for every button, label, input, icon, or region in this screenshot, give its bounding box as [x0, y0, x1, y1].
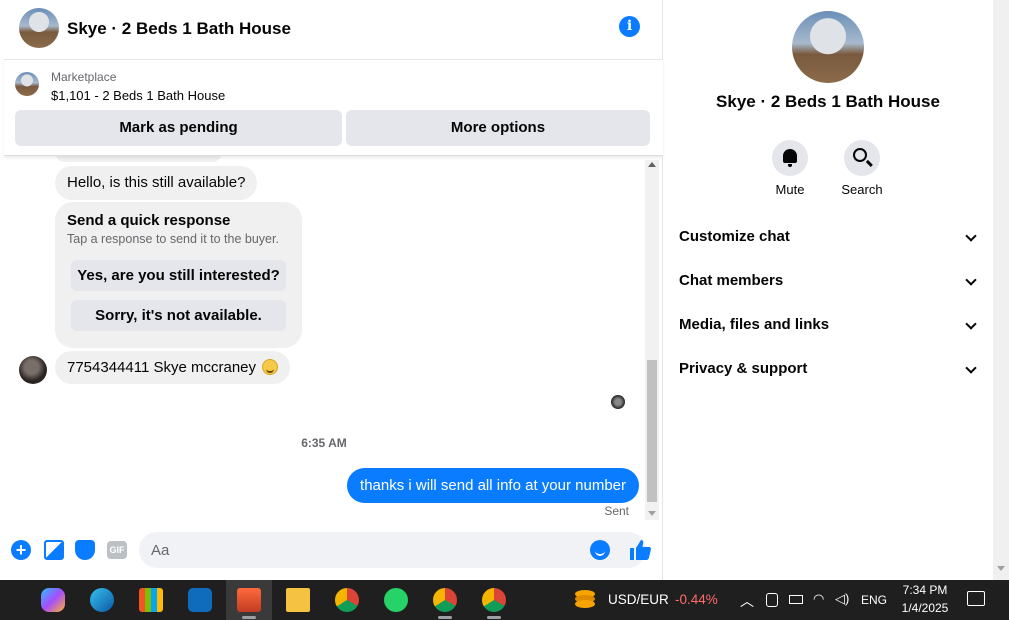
- chrome-profile-app[interactable]: [422, 580, 468, 620]
- listing-title[interactable]: $1,101 - 2 Beds 1 Bath House: [51, 88, 225, 103]
- store-icon: [139, 588, 163, 612]
- ticker-pair[interactable]: USD/EUR: [608, 592, 669, 607]
- mute-label: Mute: [775, 182, 805, 197]
- quick-reply-interested-button[interactable]: Yes, are you still interested?: [71, 260, 286, 291]
- message-bubble: 7754344411 Skye mccraney: [55, 351, 291, 384]
- search-icon: [853, 148, 867, 162]
- currency-widget[interactable]: [572, 588, 598, 610]
- whatsapp-icon: [384, 588, 408, 612]
- more-options-button[interactable]: More options: [346, 110, 650, 146]
- chrome-profile2-app[interactable]: [471, 580, 517, 620]
- chat-members-section[interactable]: Chat members: [679, 272, 979, 296]
- message-bubble: Hello, is this still available?: [55, 166, 258, 200]
- scroll-up-arrow-icon[interactable]: [648, 162, 656, 167]
- search-button[interactable]: Search: [832, 140, 892, 197]
- thumbs-up-icon[interactable]: [628, 538, 652, 562]
- active-app[interactable]: [226, 580, 272, 620]
- battery-icon[interactable]: [789, 595, 803, 604]
- chevron-down-icon: [965, 274, 977, 286]
- wifi-icon[interactable]: ◠: [813, 591, 824, 607]
- plus-icon[interactable]: +: [11, 540, 31, 560]
- privacy-support-section[interactable]: Privacy & support: [679, 360, 979, 384]
- clock-date[interactable]: 1/4/2025: [895, 601, 955, 615]
- store-app[interactable]: [128, 580, 174, 620]
- chevron-down-icon: [965, 318, 977, 330]
- mark-as-pending-button[interactable]: Mark as pending: [15, 110, 342, 146]
- notification-icon[interactable]: [967, 591, 985, 606]
- info-icon[interactable]: i: [619, 16, 640, 37]
- message-composer: + GIF: [4, 528, 663, 572]
- customize-chat-section[interactable]: Customize chat: [679, 228, 979, 252]
- quick-response-card: Send a quick response Tap a response to …: [55, 202, 302, 348]
- chrome-icon: [335, 588, 359, 612]
- thread-scrollbar[interactable]: [645, 160, 659, 520]
- clock-time[interactable]: 7:34 PM: [895, 583, 955, 597]
- copilot-app[interactable]: [30, 580, 76, 620]
- photo-icon[interactable]: [44, 540, 64, 560]
- file-explorer-app[interactable]: [275, 580, 321, 620]
- file-explorer-icon: [286, 588, 310, 612]
- chat-title[interactable]: Skye · 2 Beds 1 Bath House: [67, 19, 291, 39]
- chat-panel: Skye · 2 Beds 1 Bath House i Marketplace…: [4, 0, 663, 580]
- scrollbar-thumb[interactable]: [647, 360, 657, 502]
- outlook-app[interactable]: [177, 580, 223, 620]
- smile-emoji-icon: [262, 359, 279, 375]
- marketplace-card: Marketplace $1,101 - 2 Beds 1 Bath House…: [4, 60, 663, 156]
- chevron-down-icon: [965, 362, 977, 374]
- details-title: Skye · 2 Beds 1 Bath House: [716, 92, 940, 111]
- bell-icon: [783, 149, 797, 167]
- chevron-down-icon: [965, 230, 977, 242]
- meet-now-icon[interactable]: [766, 593, 778, 607]
- chrome-profile2-icon: [482, 588, 506, 612]
- chrome-profile-icon: [433, 588, 457, 612]
- sticker-icon[interactable]: [75, 540, 95, 560]
- gif-icon[interactable]: GIF: [107, 541, 127, 559]
- section-label: Customize chat: [679, 228, 790, 245]
- quick-response-title: Send a quick response: [67, 212, 231, 229]
- message-thread: Hello, is this still available? Send a q…: [4, 156, 663, 522]
- edge-app[interactable]: [79, 580, 125, 620]
- chat-details-panel: Skye · 2 Beds 1 Bath House Mute Search C…: [663, 0, 993, 580]
- message-input[interactable]: [139, 532, 646, 568]
- page-scrollbar[interactable]: [993, 0, 1009, 580]
- language-indicator[interactable]: ENG: [861, 593, 887, 607]
- quick-response-subtitle: Tap a response to send it to the buyer.: [67, 232, 279, 246]
- show-hidden-icons-chevron-icon[interactable]: ︿: [740, 591, 754, 611]
- copilot-icon: [41, 588, 65, 612]
- chrome-app[interactable]: [324, 580, 370, 620]
- search-label: Search: [841, 182, 883, 197]
- chat-header: Skye · 2 Beds 1 Bath House i: [4, 0, 663, 60]
- listing-avatar[interactable]: [19, 8, 59, 48]
- ticker-change[interactable]: -0.44%: [675, 592, 718, 607]
- message-timestamp: 6:35 AM: [301, 436, 347, 450]
- seen-indicator-avatar: [611, 395, 625, 409]
- listing-large-avatar[interactable]: [792, 11, 864, 83]
- windows-taskbar: USD/EUR -0.44% ︿ ◠ ◁) ENG 7:34 PM 1/4/20…: [0, 580, 1009, 620]
- section-label: Media, files and links: [679, 316, 830, 333]
- coins-icon: [575, 590, 595, 608]
- scroll-down-arrow-icon[interactable]: [648, 511, 656, 516]
- section-label: Chat members: [679, 272, 784, 289]
- quick-reply-not-available-button[interactable]: Sorry, it's not available.: [71, 300, 286, 331]
- media-files-links-section[interactable]: Media, files and links: [679, 316, 979, 340]
- emoji-icon[interactable]: [590, 540, 610, 560]
- section-label: Privacy & support: [679, 360, 808, 377]
- outlook-icon: [188, 588, 212, 612]
- speaker-icon[interactable]: ◁): [835, 591, 849, 607]
- message-text: 7754344411 Skye mccraney: [67, 359, 257, 376]
- sender-avatar[interactable]: [19, 356, 47, 384]
- previous-message-bubble: [55, 156, 222, 162]
- mute-button[interactable]: Mute: [760, 140, 820, 197]
- listing-thumbnail[interactable]: [15, 72, 39, 96]
- app-icon: [237, 588, 261, 612]
- marketplace-label: Marketplace: [51, 70, 117, 84]
- scroll-down-arrow-icon[interactable]: [997, 566, 1005, 571]
- sent-status: Sent: [604, 504, 629, 518]
- whatsapp-app[interactable]: [373, 580, 419, 620]
- edge-icon: [90, 588, 114, 612]
- outgoing-message-bubble: thanks i will send all info at your numb…: [347, 468, 639, 503]
